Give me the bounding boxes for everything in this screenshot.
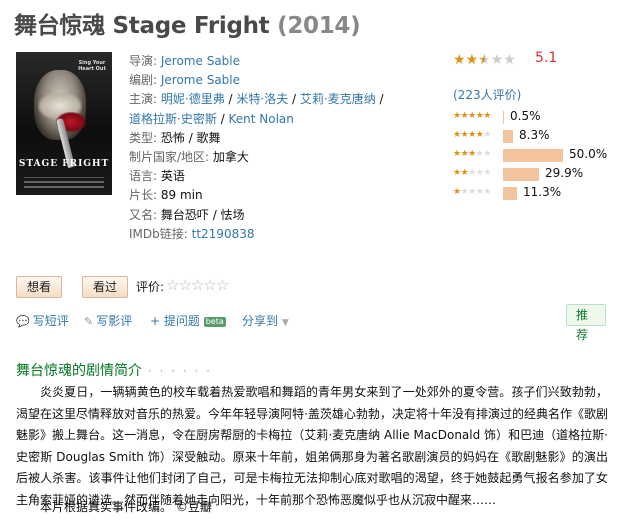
poster-tagline: Sing Your Heart Out [78,60,106,72]
dist-percent: 29.9% [545,166,584,180]
beta-badge: beta [203,317,226,327]
genre-row: 类型: 恐怖 / 歌舞 [129,129,429,148]
rate-star-icon[interactable]: ☆ [216,276,229,294]
rate-star-icon[interactable]: ☆ [178,276,191,294]
language-row: 语言: 英语 [129,167,429,186]
comment-icon: 💬 [16,315,30,328]
heading-dots: · · · · · · [148,364,212,378]
country-value: 加拿大 [212,150,249,165]
summary-heading: 舞台惊魂的剧情简介 · · · · · · [16,360,212,380]
dist-stars-icon: ★★★★★ [453,149,491,159]
movie-poster[interactable]: Sing Your Heart Out STAGE FRIGHT [16,52,112,195]
star-empty-icon: ★ [490,52,504,68]
language-value: 英语 [160,169,185,184]
movie-info: 导演: Jerome Sable 编剧: Jerome Sable 主演: 明妮… [129,52,429,244]
cast-row: 主演: 明妮·德里弗 / 米特·洛夫 / 艾莉·麦克唐纳 / [129,92,384,107]
cast-link[interactable]: Kent Nolan [229,112,294,126]
dist-bar [503,168,539,181]
writer-link[interactable]: Jerome Sable [161,73,240,87]
write-review-label: 写影评 [96,314,133,328]
rate-star-icon[interactable]: ☆ [166,276,179,294]
director-link[interactable]: Jerome Sable [161,54,240,68]
write-short-review-label: 写短评 [32,314,69,328]
rate-label: 评价: [136,280,165,294]
ask-question-label: + 提问题 [150,314,200,328]
aka-label: 又名: [129,207,158,222]
runtime-row: 片长: 89 min [129,186,429,205]
dist-stars-icon: ★★★★★ [453,187,491,197]
star-icon: ★ [465,52,479,68]
runtime-value: 89 min [160,188,203,203]
writer-row: 编剧: Jerome Sable [129,71,429,90]
title-year: (2014) [277,13,361,39]
dist-bar [503,111,504,124]
dist-percent: 8.3% [519,128,550,142]
imdb-row: IMDb链接: tt2190838 [129,225,429,244]
runtime-label: 片长: [129,188,158,203]
dist-percent: 0.5% [510,109,541,123]
cast-link[interactable]: 艾莉·麦克唐纳 [300,92,376,106]
rating-dist-row: ★★★★★ 29.9% [453,165,613,184]
director-row: 导演: Jerome Sable [129,52,429,71]
movie-title: 舞台惊魂 Stage Fright (2014) [14,6,361,40]
rate-stars[interactable]: ☆☆☆☆☆ [166,276,229,294]
dist-stars-icon: ★★★★★ [453,111,491,121]
tool-bar: 💬 写短评 ✎ 写影评 + 提问题 beta 分享到 ▼ 推荐 [16,304,606,342]
cast-label: 主演: [129,92,158,107]
rating-distribution: ★★★★★ 0.5% ★★★★★ 8.3% ★★★★★ 50.0% ★★★★★ 29.9% ★★… [453,108,613,203]
dist-percent: 50.0% [569,147,608,161]
cast-row-continued: 道格拉斯·史密斯 / Kent Nolan [129,111,294,126]
share-label: 分享到 [242,314,279,328]
star-empty-icon: ★ [503,52,516,68]
dist-bar [503,187,517,200]
dist-percent: 11.3% [523,185,562,199]
title-en: Stage Fright [112,13,270,39]
rate-star-icon[interactable]: ☆ [191,276,204,294]
recommend-button[interactable]: 推荐 [566,304,606,342]
write-review-link[interactable]: ✎ 写影评 [84,312,132,329]
rating-dist-row: ★★★★★ 0.5% [453,108,613,127]
imdb-label: IMDb链接: [129,226,188,241]
summary-note: 本片根据真实事件改编。 ©豆瓣 [40,500,212,514]
rating-stars: ★★★★★ [453,52,516,68]
dist-bar [503,149,563,162]
language-label: 语言: [129,169,158,184]
half-star-icon: ★ [478,52,491,68]
writer-label: 编剧: [129,73,158,88]
write-short-review-link[interactable]: 💬 写短评 [16,312,69,329]
dist-stars-icon: ★★★★★ [453,130,491,140]
dist-bar [503,130,513,143]
watched-button[interactable]: 看过 [82,276,129,298]
cast-link[interactable]: 米特·洛夫 [236,92,288,106]
country-label: 制片国家/地区: [129,150,210,165]
aka-value: 舞台恐吓 / 怯场 [160,207,245,222]
rating-score: 5.1 [535,50,558,66]
ask-question-link[interactable]: + 提问题 beta [150,312,226,329]
title-zh: 舞台惊魂 [14,13,105,39]
dist-stars-icon: ★★★★★ [453,168,491,178]
votes-link[interactable]: (223人评价) [453,86,521,103]
rating-dist-row: ★★★★★ 11.3% [453,184,613,203]
summary-text: 炎炎夏日，一辆辆黄色的校车载着热爱歌唱和舞蹈的青年男女来到了一处郊外的夏令营。孩… [16,385,608,507]
cast-link[interactable]: 道格拉斯·史密斯 [129,112,217,126]
poster-title: STAGE FRIGHT [18,159,110,169]
genre-label: 类型: [129,130,158,145]
rating-dist-row: ★★★★★ 50.0% [453,146,613,165]
poster-credits [24,177,104,188]
country-row: 制片国家/地区: 加拿大 [129,148,429,167]
genre-value: 恐怖 / 歌舞 [160,130,221,145]
pencil-icon: ✎ [84,315,94,328]
chevron-down-icon: ▼ [281,318,289,328]
imdb-link[interactable]: tt2190838 [192,227,255,241]
director-label: 导演: [129,54,158,68]
cast-link[interactable]: 明妮·德里弗 [161,92,225,106]
star-icon: ★ [453,52,466,68]
rating-dist-row: ★★★★★ 8.3% [453,127,613,146]
aka-row: 又名: 舞台恐吓 / 怯场 [129,206,429,225]
rate-star-icon[interactable]: ☆ [203,276,216,294]
summary-heading-text: 舞台惊魂的剧情简介 [16,363,142,379]
want-to-watch-button[interactable]: 想看 [16,276,63,298]
share-dropdown[interactable]: 分享到 ▼ [242,312,289,329]
